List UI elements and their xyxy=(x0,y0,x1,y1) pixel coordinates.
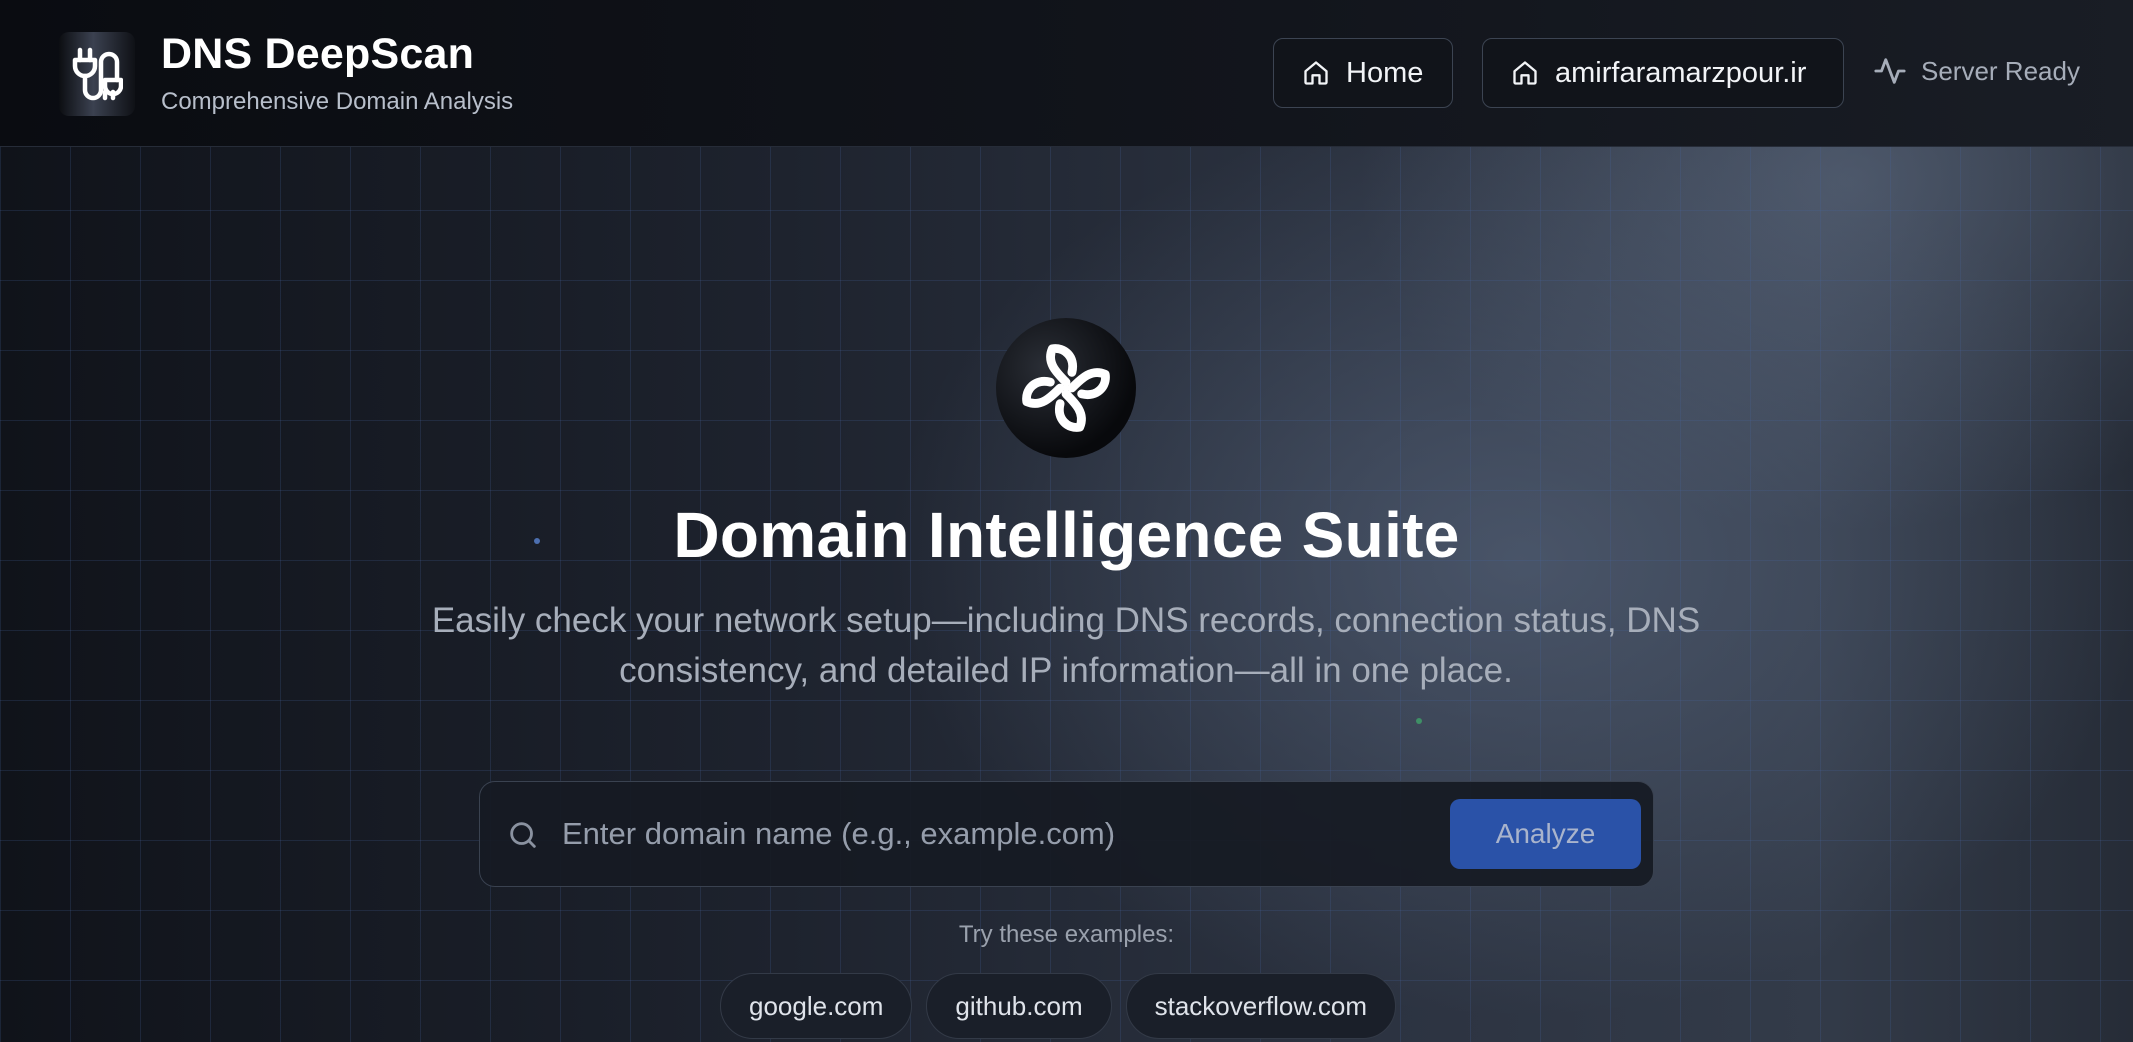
home-icon xyxy=(1511,59,1539,87)
decorative-dot xyxy=(1416,718,1422,724)
pinwheel-icon xyxy=(996,318,1136,458)
search-bar: Analyze xyxy=(479,781,1654,887)
domain-search-input[interactable] xyxy=(562,800,1122,868)
server-status-label: Server Ready xyxy=(1921,55,2080,86)
example-chip-github[interactable]: github.com xyxy=(926,973,1112,1039)
nav-website-label: amirfaramarzpour.ir xyxy=(1555,56,1807,89)
analyze-button[interactable]: Analyze xyxy=(1450,799,1641,869)
example-chip-stackoverflow[interactable]: stackoverflow.com xyxy=(1125,973,1397,1039)
app-title: DNS DeepScan xyxy=(161,30,475,78)
activity-icon xyxy=(1873,54,1907,88)
example-chip-google[interactable]: google.com xyxy=(720,973,913,1039)
examples-list: google.com github.com stackoverflow.com xyxy=(720,973,1410,1039)
plug-icon xyxy=(59,32,135,116)
background-grid xyxy=(0,147,2133,1042)
app-subtitle: Comprehensive Domain Analysis xyxy=(161,88,514,115)
nav-home-button[interactable]: Home xyxy=(1273,38,1453,108)
server-status: Server Ready xyxy=(1873,54,2080,88)
examples-label: Try these examples: xyxy=(958,921,1175,948)
nav-website-button[interactable]: amirfaramarzpour.ir xyxy=(1482,38,1844,108)
hero-title: Domain Intelligence Suite xyxy=(673,499,1460,571)
search-icon xyxy=(506,818,540,852)
hero-description: Easily check your network setup—includin… xyxy=(431,601,1701,690)
app-header: DNS DeepScan Comprehensive Domain Analys… xyxy=(0,0,2133,147)
nav-home-label: Home xyxy=(1346,56,1424,89)
home-icon xyxy=(1302,59,1330,87)
